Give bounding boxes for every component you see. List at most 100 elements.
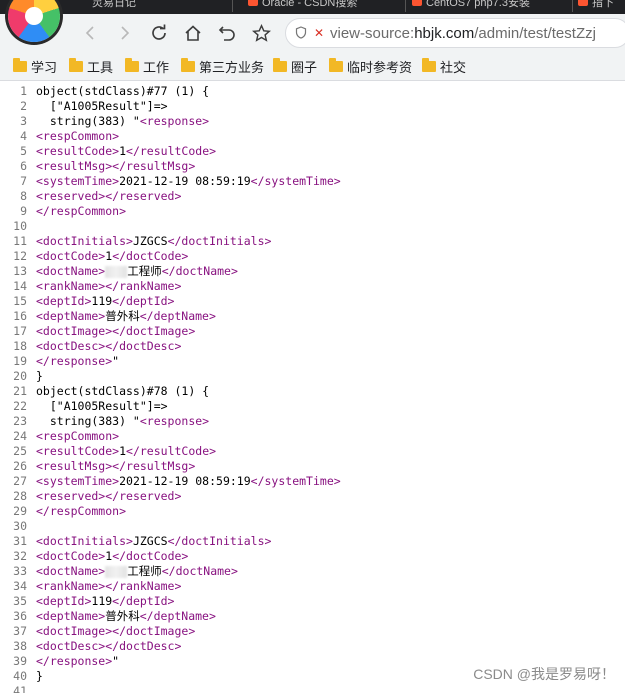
undo-icon[interactable] (212, 14, 242, 52)
line-number: 16 (13, 309, 27, 323)
bookmark-folder-xuexi[interactable]: 学习 (13, 57, 57, 75)
code-text: } (36, 369, 43, 383)
csdn-favicon-icon (248, 0, 258, 6)
line-number: 40 (13, 669, 27, 683)
source-line: 32 <doctCode>1</doctCode> (0, 549, 625, 564)
bookmark-folder-temp[interactable]: 临时参考资 (329, 57, 412, 75)
insecure-mark-icon[interactable]: ✕ (312, 26, 326, 40)
source-line: 36 <deptName>普外科</deptName> (0, 609, 625, 624)
xml-tag: <resultCode> (36, 144, 120, 158)
tab-3[interactable]: 指下 (578, 0, 614, 14)
line-code: object(stdClass)#77 (1) { (36, 84, 209, 99)
line-number: 1 (20, 84, 27, 98)
line-number: 31 (13, 534, 27, 548)
tab-2[interactable]: CentOS7 php7.3安装 (412, 0, 530, 14)
forward-arrow-icon[interactable] (110, 14, 140, 52)
address-bar[interactable]: ✕ view-source:hbjk.com/admin/test/testZz… (285, 18, 625, 48)
line-number: 12 (13, 249, 27, 263)
source-line: 10 (0, 219, 625, 234)
line-code: <rankName></rankName> (36, 279, 181, 294)
source-view[interactable]: 1 object(stdClass)#77 (1) {2 ["A1005Resul… (0, 81, 625, 693)
line-number: 9 (20, 204, 27, 218)
bookmark-label: 圈子 (291, 59, 318, 75)
shield-icon[interactable] (294, 26, 308, 40)
line-code: <deptName>普外科</deptName> (36, 609, 216, 624)
back-arrow-icon[interactable] (75, 14, 105, 52)
source-line: 3 string(383) "<response> (0, 114, 625, 129)
source-line: 23 string(383) "<response> (0, 414, 625, 429)
xml-tag: <doctImage> (36, 624, 113, 638)
line-code: <doctDesc></doctDesc> (36, 639, 181, 654)
code-text: 119 (91, 594, 113, 608)
bookmark-folder-third-party[interactable]: 第三方业务 (181, 57, 264, 75)
xml-tag: <resultMsg> (36, 159, 113, 173)
line-code: <deptId>119</deptId> (36, 294, 174, 309)
xml-tag: <deptId> (36, 294, 92, 308)
line-code: <doctImage></doctImage> (36, 324, 195, 339)
code-text: 2021-12-19 08:59:19 (119, 174, 251, 188)
line-code: </response>" (36, 354, 119, 369)
redacted-text (105, 565, 128, 578)
source-line: 33 <doctName> 工程师</doctName> (0, 564, 625, 579)
xml-tag: <doctInitials> (36, 534, 133, 548)
source-line: 2 ["A1005Result"]=> (0, 99, 625, 114)
source-line: 24 <respCommon> (0, 429, 625, 444)
bookmark-folder-gongju[interactable]: 工具 (69, 57, 113, 75)
folder-icon (181, 57, 195, 72)
xml-tag: </rankName> (105, 579, 182, 593)
line-number: 13 (13, 264, 27, 278)
xml-tag: <deptName> (36, 309, 106, 323)
source-line: 8 <reserved></reserved> (0, 189, 625, 204)
source-line: 16 <deptName>普外科</deptName> (0, 309, 625, 324)
tab-1[interactable]: Oracle - CSDN搜索 (248, 0, 357, 14)
xml-tag: <doctName> (36, 564, 106, 578)
source-line: 38 <doctDesc></doctDesc> (0, 639, 625, 654)
bookmark-folder-gongzuo[interactable]: 工作 (125, 57, 169, 75)
tab-title: Oracle - CSDN搜索 (262, 0, 358, 9)
code-text: 2021-12-19 08:59:19 (119, 474, 251, 488)
line-code: <reserved></reserved> (36, 489, 181, 504)
source-line: 35 <deptId>119</deptId> (0, 594, 625, 609)
xml-tag: </response> (36, 354, 113, 368)
code-text: object(stdClass)#77 (1) { (36, 84, 210, 98)
line-code: <doctCode>1</doctCode> (36, 549, 188, 564)
line-number: 17 (13, 324, 27, 338)
bookmark-folder-quanzi[interactable]: 圈子 (273, 57, 317, 75)
xml-tag: <doctName> (36, 264, 106, 278)
reload-icon[interactable] (144, 14, 174, 52)
source-line: 18 <doctDesc></doctDesc> (0, 339, 625, 354)
xml-tag: </doctDesc> (105, 339, 182, 353)
line-code: <rankName></rankName> (36, 579, 181, 594)
line-code: </response>" (36, 654, 119, 669)
folder-icon (273, 57, 287, 72)
code-text: " (112, 354, 120, 368)
line-number: 19 (13, 354, 27, 368)
xml-tag: </doctInitials> (167, 234, 272, 248)
tab-0[interactable]: 灵易日记 (92, 0, 136, 14)
line-code: <doctName> 工程师</doctName> (36, 264, 238, 279)
home-icon[interactable] (178, 14, 208, 52)
line-number: 3 (20, 114, 27, 128)
xml-tag: </deptName> (139, 609, 216, 623)
xml-tag: <rankName> (36, 279, 106, 293)
line-number: 5 (20, 144, 27, 158)
xml-tag: </doctCode> (112, 549, 189, 563)
code-text: " (112, 654, 120, 668)
bookmark-label: 工作 (143, 59, 170, 75)
line-number: 24 (13, 429, 27, 443)
xml-tag: <response> (139, 114, 210, 128)
source-line: 34 <rankName></rankName> (0, 579, 625, 594)
line-code: <respCommon> (36, 429, 119, 444)
tab-separator (405, 0, 406, 12)
xml-tag: </deptName> (139, 309, 216, 323)
bookmark-label: 工具 (87, 59, 114, 75)
code-text: 工程师 (127, 264, 162, 278)
code-text: JZGCS (132, 534, 168, 548)
line-code: <respCommon> (36, 129, 119, 144)
bookmark-label: 临时参考资 (347, 59, 413, 75)
bookmark-label: 学习 (31, 59, 58, 75)
line-code: <doctDesc></doctDesc> (36, 339, 181, 354)
star-icon[interactable] (246, 14, 276, 52)
bookmark-folder-shejiao[interactable]: 社交 (422, 57, 466, 75)
xml-tag: </deptId> (112, 294, 175, 308)
